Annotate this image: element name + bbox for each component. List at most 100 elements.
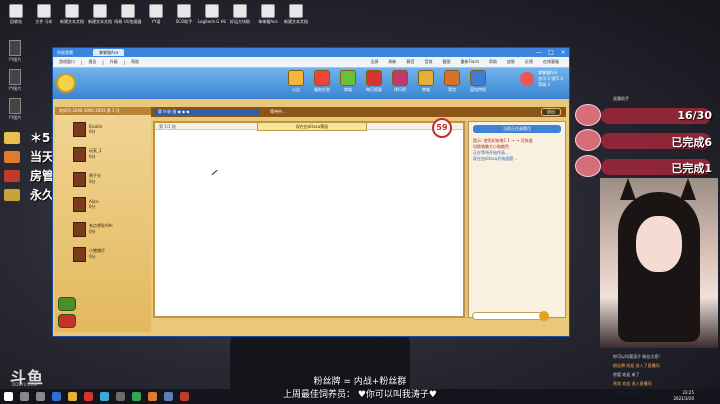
desktop-icon[interactable]: YY语 [144,4,168,24]
player-avatar [73,246,86,262]
desktop-side-files: YY图片 YY图片 YY图片 [4,40,26,121]
game-window: 你画我猜 掌掌猫Ace — □ × 游戏窗口 | 报告 | 升级 | 帮助 全屏… [52,47,570,337]
desktop-icon[interactable]: Logitech G HUB [198,4,226,24]
chat-line: 现在由ditasa开始画题... [473,156,518,161]
toolbar-sep: | [81,59,83,65]
app-icon [261,4,275,18]
image-file-icon [9,98,21,114]
fullscreen-button[interactable]: 全屏 [371,59,379,65]
round-chip: 第 9 轮 画 ◆ ◆ ◆ [154,109,260,115]
send-icon[interactable] [539,311,549,321]
screenshot-button[interactable]: 截图 [443,59,451,65]
desktop-icon[interactable]: 新建文本文档 [88,4,112,24]
menu-tasks[interactable]: 服务任务 [311,70,333,93]
desktop-icons: 回收站 文件 马车 新建文本文档 新建文本文档 网易 UU加速器 YY语 SCO… [4,4,308,24]
desktop-icon[interactable]: 笨笨猫Ace [256,4,280,24]
refresh-button[interactable]: 刷新 [389,59,397,65]
chat-input[interactable] [472,312,548,320]
player-avatar [73,146,86,162]
text-file-icon [289,4,303,18]
close-button[interactable]: × [557,49,569,56]
desktop-icon[interactable]: SCO助手 [172,4,196,24]
menu-backpack[interactable]: 背包 [441,70,463,93]
player-score: 0分 [89,128,96,134]
game-menu: 公告 服务任务 商城 每日奖励 排行榜 商城 背包 蓝钻特权 [285,70,489,93]
word-hint: 现在由ditasa猜画 [257,122,367,131]
window-tab[interactable]: 掌掌猫Ace [93,49,125,56]
stream-chat-line: 你可以叫我涛子 粉丝大家! [613,354,660,359]
caption-best-fan: 上周最佳饲养员： ♥你可以叫我涛子♥ [283,390,437,400]
streamer-webcam [600,178,718,348]
goal-avatar [575,104,601,126]
window-titlebar[interactable]: 你画我猜 掌掌猫Ace — □ × [53,48,569,57]
image-file-icon [9,69,21,85]
player-row[interactable]: Elsa0n 0分 [55,118,151,140]
sound-button[interactable]: 音效 [425,59,433,65]
player-avatar [73,121,86,137]
player-avatar [73,196,86,212]
menu-shop[interactable]: 商城 [337,70,359,93]
gold-bar-icon [4,131,20,144]
app-icon [149,4,163,18]
cat-ear-icon [680,178,696,200]
board-topbar: 第 9 轮 画 ◆ ◆ ◆ 等待中... 退出 [151,107,566,117]
desktop-icon[interactable]: 文件 马车 [32,4,56,24]
menu-vip[interactable]: 蓝钻特权 [467,70,489,93]
skin-button[interactable]: 皮肤 [507,59,515,65]
drawing-canvas[interactable]: 第 1/1 轮 现在由ditasa猜画 59 [153,118,465,318]
app-icon [233,4,247,18]
feedback-button[interactable]: 反馈 [525,59,533,65]
game-header: 公告 服务任务 商城 每日奖励 排行榜 商城 背包 蓝钻特权 掌掌猫Ace 金币… [53,68,569,98]
player-name: Elsa0n [89,123,103,129]
menu-ranking[interactable]: 排行榜 [389,70,411,93]
player-row[interactable]: 狮子头 0分 [55,168,151,190]
toolbar-item[interactable]: 帮助 [131,59,139,65]
player-row[interactable]: 玩家_1 0分 [55,143,151,165]
desktop-icon[interactable]: 网易 UU加速器 [114,4,142,24]
player-row[interactable]: 小猪猪仔 0分 [55,243,151,265]
menu-daily-reward[interactable]: 每日奖励 [363,70,385,93]
stream-panel-header: 泼墨助手 [613,96,629,101]
task-icon [314,70,330,86]
exit-button[interactable]: 退出 [541,108,561,116]
pen-cursor-icon [211,169,218,176]
shop-icon [340,70,356,86]
stream-chat-line: 粉丝牌 欢迎 进入了直播间 [613,363,660,368]
desktop-icon[interactable]: 新建文本文档 [284,4,308,24]
desktop-icon[interactable]: 回收站 [4,4,28,24]
player-row[interactable]: Alice 0分 [55,193,151,215]
chat-panel: 当前正在画题目 提示: 使用初始笔1 1 → → 可快速 切换笔触大小和颜色 正… [468,121,566,318]
player-avatar [73,221,86,237]
mall-icon [418,70,434,86]
toolbar-item[interactable]: 升级 [110,59,118,65]
toolbar-item[interactable]: 游戏窗口 [59,59,75,65]
toolbar-sep: | [123,59,126,65]
penguin-avatar-icon[interactable] [56,73,76,93]
player-row[interactable]: 有点想发Alfe 0分 [55,218,151,240]
toolbar-item[interactable]: 报告 [88,59,96,65]
mute-button[interactable]: 静音 [407,59,415,65]
help-button[interactable]: 帮助 [489,59,497,65]
goal-status: 已完成1 [671,162,712,175]
chat-topic-button[interactable]: 当前正在画题目 [473,125,561,133]
desktop-file[interactable]: YY图片 [4,40,26,63]
menu-announcement[interactable]: 公告 [285,70,307,93]
menu-mall[interactable]: 商城 [415,70,437,93]
desktop-file[interactable]: YY图片 [4,69,26,92]
trophy-icon [392,70,408,86]
game-tool-button[interactable] [58,314,76,328]
player-score: 0分 [89,203,96,209]
user-avatar[interactable] [520,72,535,86]
reload-flash-button[interactable]: 重新Flash [461,59,479,65]
desktop-icon[interactable]: 新建文本文档 [60,4,84,24]
diamond-icon [470,70,486,86]
game-tool-button[interactable] [58,297,76,311]
maximize-button[interactable]: □ [545,49,557,56]
caption-fan-badge: 粉丝牌 = 内战+粉丝群 [313,377,407,387]
image-file-icon [9,40,21,56]
minimize-button[interactable]: — [533,49,545,56]
desktop-icon[interactable]: 好运方块助 [228,4,252,24]
support-button[interactable]: 在线客服 [543,59,559,65]
desktop-file[interactable]: YY图片 [4,98,26,121]
toolbar-right: 全屏 刷新 静音 音效 截图 重新Flash 帮助 皮肤 反馈 在线客服 [371,59,569,65]
